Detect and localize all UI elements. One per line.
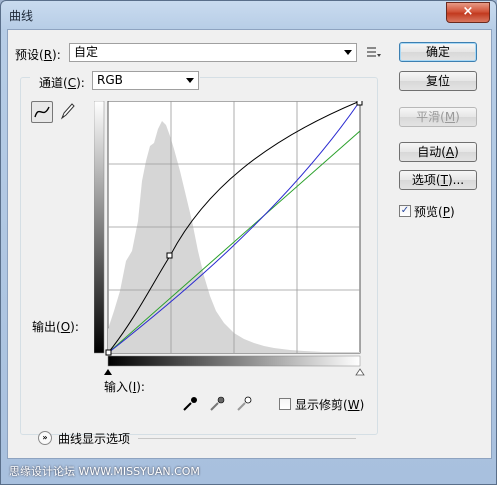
preview-checkbox[interactable]: ✓ (399, 205, 411, 217)
preset-options-icon[interactable] (367, 46, 381, 58)
preset-select[interactable]: 自定 (69, 43, 357, 62)
pencil-icon (60, 103, 75, 120)
preset-label: 预设(R): (15, 48, 61, 62)
options-divider (138, 438, 356, 439)
title-bar[interactable]: 曲线 × (1, 1, 496, 27)
curve-tool-icon (34, 106, 50, 118)
input-gradient-bar (107, 355, 361, 367)
eyedropper-gray-icon (210, 396, 225, 411)
eyedropper-white-icon (237, 396, 252, 411)
reset-button[interactable]: 复位 (399, 71, 477, 91)
gray-eyedropper-button[interactable] (208, 395, 226, 413)
output-label: 输出(O): (32, 320, 79, 334)
auto-button[interactable]: 自动(A) (399, 142, 477, 162)
curves-dialog: 曲线 × 预设(R): 自定 确定 复位 平滑(M) 自动(A) 选项(T)..… (0, 0, 497, 485)
show-clipping-label: 显示修剪(W) (295, 398, 365, 412)
curve-endpoint-bottom (105, 349, 112, 356)
options-button[interactable]: 选项(T)... (399, 170, 477, 190)
expand-options-toggle[interactable]: » (38, 431, 52, 445)
smooth-button[interactable]: 平滑(M) (399, 107, 477, 127)
pencil-tool[interactable] (58, 101, 76, 121)
show-clipping-checkbox[interactable] (279, 398, 291, 410)
curve-display-options-label: 曲线显示选项 (58, 432, 131, 446)
black-point-slider (104, 369, 112, 375)
watermark-text: 思缘设计论坛 WWW.MISSYUAN.COM (9, 465, 200, 478)
close-button[interactable]: × (446, 2, 490, 23)
curve-control-point (166, 252, 173, 259)
channel-label: 通道(C): (39, 76, 85, 90)
channel-value: RGB (97, 73, 123, 87)
output-gradient-bar (93, 100, 105, 354)
channel-select[interactable]: RGB (92, 71, 199, 90)
curve-endpoint-top (356, 99, 363, 106)
white-eyedropper-button[interactable] (235, 395, 253, 413)
chevron-down-icon (344, 50, 352, 55)
dialog-client: 预设(R): 自定 确定 复位 平滑(M) 自动(A) 选项(T)... ✓ 预… (7, 29, 492, 459)
preset-value: 自定 (74, 45, 99, 59)
curves-graph-area[interactable] (93, 99, 366, 379)
ok-button[interactable]: 确定 (399, 42, 477, 62)
curve-point-tool[interactable] (31, 101, 53, 123)
input-label: 输入(I): (104, 380, 145, 394)
dialog-title: 曲线 (9, 9, 34, 23)
black-eyedropper-button[interactable] (181, 395, 199, 413)
eyedropper-black-icon (183, 397, 197, 411)
white-point-slider (355, 368, 365, 376)
preview-label: 预览(P) (414, 205, 455, 219)
chevron-down-icon (186, 78, 194, 83)
